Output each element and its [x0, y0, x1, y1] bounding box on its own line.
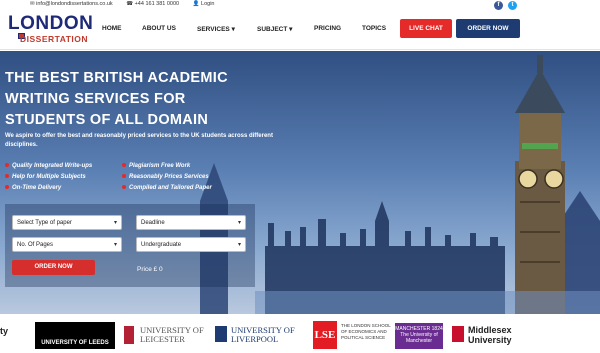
paper-type-value: Select Type of paper [17, 220, 72, 226]
email-text: info@londondissertations.co.uk [36, 1, 113, 7]
feature-item: Plagiarism Free Work [122, 163, 190, 169]
phone-text: +44 161 381 0000 [134, 1, 180, 7]
chevron-down-icon: ▾ [237, 242, 241, 248]
feature-label: Reasonably Prices Services [129, 174, 209, 180]
live-chat-button[interactable]: LIVE CHAT [400, 19, 452, 38]
order-now-button[interactable]: ORDER NOW [456, 19, 520, 38]
bullet-icon [122, 174, 126, 178]
paper-type-select[interactable]: Select Type of paper ▾ [12, 215, 122, 230]
liverpool-crest-icon [215, 326, 227, 342]
price-display: Price £ 0 [137, 266, 163, 273]
chevron-down-icon: ▾ [113, 220, 117, 226]
top-utility-bar: ✉ info@londondissertations.co.uk ☎ +44 1… [0, 0, 600, 10]
logo-line1: LONDON [8, 13, 94, 34]
nav-about-us[interactable]: ABOUT US [142, 25, 176, 32]
nav-subject-label: SUBJECT [257, 26, 288, 33]
manchester-logo: MANCHESTER 1824 The University of Manche… [395, 323, 443, 349]
feature-item: Reasonably Prices Services [122, 174, 209, 180]
chevron-down-icon: ▾ [289, 26, 293, 33]
academic-level-select[interactable]: Undergraduate ▾ [136, 237, 246, 252]
chevron-down-icon: ▾ [237, 220, 241, 226]
liverpool-logo: UNIVERSITY OF LIVERPOOL [231, 325, 295, 344]
form-order-now-button[interactable]: ORDER NOW [12, 260, 95, 275]
academic-level-value: Undergraduate [141, 242, 182, 248]
lse-logo-text: THE LONDON SCHOOL OF ECONOMICS AND POLIT… [341, 323, 391, 340]
feature-label: Quality Integrated Write-ups [12, 163, 93, 169]
chevron-down-icon: ▾ [231, 26, 235, 33]
university-logos-strip: ty UNIVERSITY OF LEEDS UNIVERSITY OF LEI… [0, 314, 600, 353]
main-header: LONDON DISSERTATION HOME ABOUT US SERVIC… [0, 10, 600, 50]
feature-label: Plagiarism Free Work [129, 163, 191, 169]
feature-label: On-Time Delivery [12, 185, 62, 191]
nav-services[interactable]: SERVICES ▾ [197, 25, 235, 33]
bullet-icon [5, 163, 9, 167]
university-logo: ty [0, 326, 9, 336]
lse-logo: LSE [313, 321, 337, 349]
hero-title: THE BEST BRITISH ACADEMIC WRITING SERVIC… [5, 70, 228, 128]
hero-banner: THE BEST BRITISH ACADEMIC WRITING SERVIC… [0, 51, 600, 314]
hero-subtitle: We aspire to offer the best and reasonab… [5, 133, 273, 148]
login-text: Login [201, 1, 215, 7]
pages-value: No. Of Pages [17, 242, 54, 248]
pages-select[interactable]: No. Of Pages ▾ [12, 237, 122, 252]
bullet-icon [122, 185, 126, 189]
deadline-select[interactable]: Deadline ▾ [136, 215, 246, 230]
email-link[interactable]: ✉ info@londondissertations.co.uk [30, 1, 119, 7]
leicester-logo: UNIVERSITY OF LEICESTER [140, 325, 204, 344]
leeds-logo: UNIVERSITY OF LEEDS [35, 322, 115, 349]
feature-item: Quality Integrated Write-ups [5, 163, 92, 169]
leicester-shield-icon [124, 326, 134, 344]
feature-label: Compiled and Tailored Paper [129, 185, 212, 191]
phone-link[interactable]: ☎ +44 161 381 0000 [126, 1, 185, 7]
bullet-icon [5, 185, 9, 189]
twitter-icon[interactable]: t [508, 1, 517, 10]
nav-subject[interactable]: SUBJECT ▾ [257, 25, 292, 33]
contact-info: ✉ info@londondissertations.co.uk ☎ +44 1… [30, 1, 227, 7]
login-link[interactable]: 👤 Login [193, 1, 221, 7]
nav-home[interactable]: HOME [102, 25, 122, 32]
feature-item: Compiled and Tailored Paper [122, 185, 212, 191]
site-logo[interactable]: LONDON DISSERTATION [6, 13, 98, 47]
middlesex-logo: Middlesex University [468, 325, 512, 345]
nav-pricing[interactable]: PRICING [314, 25, 341, 32]
feature-item: Help for Multiple Subjects [5, 174, 86, 180]
chevron-down-icon: ▾ [113, 242, 117, 248]
bullet-icon [5, 174, 9, 178]
deadline-value: Deadline [141, 220, 165, 226]
bullet-icon [122, 163, 126, 167]
nav-topics[interactable]: TOPICS [362, 25, 386, 32]
middlesex-crest-icon [452, 326, 464, 342]
feature-label: Help for Multiple Subjects [12, 174, 86, 180]
nav-services-label: SERVICES [197, 26, 230, 33]
feature-item: On-Time Delivery [5, 185, 61, 191]
leeds-logo-text: UNIVERSITY OF LEEDS [41, 340, 109, 346]
logo-line2: DISSERTATION [20, 34, 89, 44]
facebook-icon[interactable]: f [494, 1, 503, 10]
